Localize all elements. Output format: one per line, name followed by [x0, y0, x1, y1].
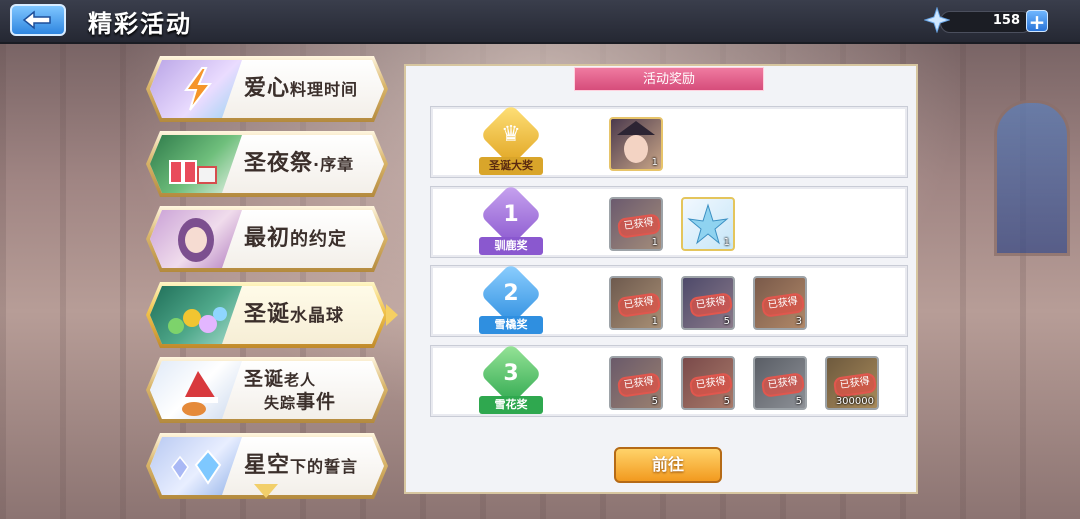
obtained-stamp: 已获得: [616, 292, 662, 318]
reward-item[interactable]: 已获得 1: [609, 276, 663, 330]
add-currency-button[interactable]: +: [1026, 10, 1048, 33]
reward-item[interactable]: 已获得 3: [753, 276, 807, 330]
medal-label: 雪橇奖: [479, 316, 543, 334]
obtained-stamp: 已获得: [616, 213, 662, 239]
reward-item[interactable]: 已获得 5: [753, 356, 807, 410]
reward-item-character[interactable]: 1: [609, 117, 663, 171]
crown-medal-icon: ♛ 圣诞大奖: [459, 103, 543, 175]
obtained-stamp: 已获得: [760, 292, 806, 318]
stained-glass-window: [994, 100, 1070, 256]
obtained-stamp: 已获得: [832, 372, 878, 398]
selected-indicator-icon: [386, 304, 398, 326]
event-list: 爱心料理时间 圣夜祭·序章 最初的约定 圣诞水晶球 圣诞老人 失踪事件 星空下的…: [146, 56, 398, 519]
goto-button[interactable]: 前往: [614, 447, 722, 483]
medal-3-icon: 3 雪花奖: [459, 342, 543, 414]
event-item-cooking[interactable]: 爱心料理时间: [146, 56, 388, 122]
medal-label: 驯鹿奖: [479, 237, 543, 255]
top-bar: 精彩活动 158 +: [0, 0, 1080, 44]
obtained-stamp: 已获得: [688, 292, 734, 318]
back-button[interactable]: [10, 4, 66, 36]
event-item-santa-missing[interactable]: 圣诞老人 失踪事件: [146, 357, 388, 423]
reward-tier-2: 2 雪橇奖 已获得 1 已获得 5 已获得 3: [430, 262, 908, 337]
scroll-down-icon[interactable]: [254, 484, 278, 498]
reward-tier-grand: ♛ 圣诞大奖 1: [430, 103, 908, 178]
star-currency: 158 +: [924, 6, 1050, 34]
obtained-stamp: 已获得: [616, 372, 662, 398]
medal-label: 圣诞大奖: [479, 157, 543, 175]
back-arrow-icon: [22, 10, 51, 30]
reward-item[interactable]: 已获得 5: [609, 356, 663, 410]
event-label: 圣诞老人 失踪事件: [244, 368, 337, 413]
event-label: 圣诞水晶球: [244, 302, 345, 327]
reward-item[interactable]: 已获得 5: [681, 356, 735, 410]
event-label: 圣夜祭·序章: [244, 151, 355, 176]
medal-label: 雪花奖: [479, 396, 543, 414]
reward-tier-1: 1 驯鹿奖 已获得 1 1: [430, 183, 908, 258]
reward-item-gold[interactable]: 已获得 300000: [825, 356, 879, 410]
page-title: 精彩活动: [88, 10, 192, 38]
event-item-crystal-ball[interactable]: 圣诞水晶球: [146, 282, 398, 348]
event-item-first-promise[interactable]: 最初的约定: [146, 206, 388, 272]
reward-item[interactable]: 1: [681, 197, 735, 251]
event-item-holy-night[interactable]: 圣夜祭·序章: [146, 131, 388, 197]
event-label: 最初的约定: [244, 226, 348, 251]
obtained-stamp: 已获得: [688, 372, 734, 398]
medal-2-icon: 2 雪橇奖: [459, 262, 543, 334]
medal-1-icon: 1 驯鹿奖: [459, 183, 543, 255]
reward-tier-3: 3 雪花奖 已获得 5 已获得 5 已获得 5 已获得 300000: [430, 342, 908, 417]
panel-title: 活动奖励: [574, 67, 764, 91]
reward-item[interactable]: 已获得 1: [609, 197, 663, 251]
currency-amount: 158: [992, 13, 1020, 28]
reward-item[interactable]: 已获得 5: [681, 276, 735, 330]
obtained-stamp: 已获得: [760, 372, 806, 398]
event-label: 爱心料理时间: [244, 76, 359, 101]
